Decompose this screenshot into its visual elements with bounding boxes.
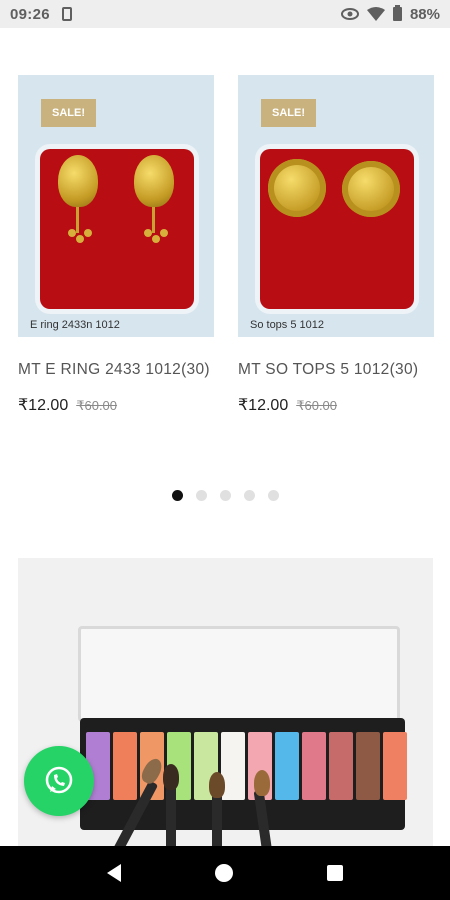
wifi-icon	[366, 7, 385, 21]
product-name[interactable]: MT SO TOPS 5 1012(30)	[238, 359, 434, 381]
sim-card-icon	[61, 7, 72, 21]
recents-icon[interactable]	[327, 865, 343, 881]
system-navigation-bar	[0, 846, 450, 900]
carousel-dot[interactable]	[219, 490, 231, 501]
sale-price: ₹12.00	[18, 397, 69, 414]
velvet-pad	[260, 149, 414, 309]
original-price: ₹60.00	[296, 398, 338, 413]
carousel-indicator	[0, 490, 450, 501]
home-icon[interactable]	[215, 864, 233, 882]
sale-price: ₹12.00	[238, 397, 289, 414]
whatsapp-icon	[45, 766, 73, 794]
back-icon[interactable]	[107, 864, 121, 882]
battery-icon	[392, 5, 402, 21]
palette-swatches	[86, 732, 407, 800]
carousel-dot[interactable]	[243, 490, 255, 501]
image-caption: So tops 5 1012	[250, 319, 325, 331]
sale-badge: SALE!	[41, 99, 96, 127]
product-prices: ₹12.00 ₹60.00	[238, 395, 434, 415]
product-image[interactable]: SALE! So tops 5 1012	[238, 75, 434, 337]
sale-badge: SALE!	[261, 99, 316, 127]
product-card[interactable]: SALE! E ring 2433n 1012 MT E RING 2433 1…	[18, 75, 214, 415]
palette-lid	[78, 626, 400, 722]
product-carousel[interactable]: SALE! E ring 2433n 1012 MT E RING 2433 1…	[18, 75, 434, 455]
product-image[interactable]: SALE! E ring 2433n 1012	[18, 75, 214, 337]
eye-icon	[340, 8, 359, 20]
status-time: 09:26	[10, 5, 50, 23]
velvet-pad	[40, 149, 194, 309]
battery-percent: 88%	[409, 5, 440, 23]
product-name[interactable]: MT E RING 2433 1012(30)	[18, 359, 214, 381]
image-caption: E ring 2433n 1012	[30, 319, 120, 331]
carousel-dot[interactable]	[267, 490, 279, 501]
carousel-dot[interactable]	[171, 490, 183, 501]
original-price: ₹60.00	[76, 398, 118, 413]
whatsapp-button[interactable]	[24, 746, 94, 816]
status-bar: 09:26 88%	[0, 0, 450, 28]
product-prices: ₹12.00 ₹60.00	[18, 395, 214, 415]
carousel-dot[interactable]	[195, 490, 207, 501]
product-card[interactable]: SALE! So tops 5 1012 MT SO TOPS 5 1012(3…	[238, 75, 434, 415]
